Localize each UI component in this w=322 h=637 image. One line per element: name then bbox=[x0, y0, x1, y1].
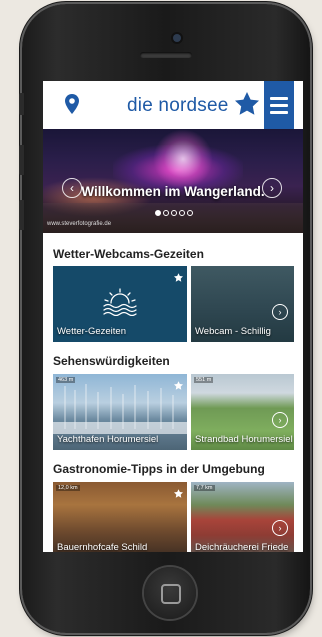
volume-down-button bbox=[19, 200, 24, 230]
location-pin-icon[interactable] bbox=[65, 94, 79, 119]
menu-button[interactable] bbox=[264, 81, 294, 129]
distance-badge: 551 m bbox=[194, 377, 214, 383]
volume-up-button bbox=[19, 145, 24, 175]
card-label: Deichräucherei Friede bbox=[195, 542, 289, 552]
card-label: Yachthafen Horumersiel bbox=[57, 434, 159, 445]
carousel-dot[interactable] bbox=[187, 210, 193, 216]
sights-cards-row: 463 m Yachthafen Horumersiel 551 m › Str… bbox=[53, 374, 303, 450]
arrow-right-circle-icon[interactable]: › bbox=[272, 412, 288, 428]
mute-switch bbox=[19, 93, 24, 115]
distance-badge: 7,7 km bbox=[194, 485, 215, 491]
card-yachthafen[interactable]: 463 m Yachthafen Horumersiel bbox=[53, 374, 187, 450]
arrow-right-circle-icon[interactable]: › bbox=[272, 520, 288, 536]
section-title-weather: Wetter-Webcams-Gezeiten bbox=[53, 247, 204, 261]
carousel-dot[interactable] bbox=[171, 210, 177, 216]
card-strandbad[interactable]: 551 m › Strandbad Horumersiel bbox=[191, 374, 294, 450]
card-bauernhofcafe[interactable]: 12,0 km Bauernhofcafe Schild bbox=[53, 482, 187, 552]
distance-badge: 12,0 km bbox=[56, 485, 80, 491]
card-weather-tides[interactable]: Wetter-Gezeiten bbox=[53, 266, 187, 342]
menu-bar bbox=[270, 103, 288, 107]
arrow-right-circle-icon[interactable]: › bbox=[272, 304, 288, 320]
home-button[interactable] bbox=[144, 567, 196, 619]
carousel-dot[interactable] bbox=[155, 210, 161, 216]
card-label: Strandbad Horumersiel bbox=[195, 434, 293, 445]
carousel-dots bbox=[155, 210, 193, 216]
carousel-prev-icon[interactable]: ‹ bbox=[62, 178, 82, 198]
carousel-next-icon[interactable]: › bbox=[262, 178, 282, 198]
section-title-gastronomy: Gastronomie-Tipps in der Umgebung bbox=[53, 462, 265, 476]
gastronomy-cards-row: 12,0 km Bauernhofcafe Schild 7,7 km › De… bbox=[53, 482, 303, 552]
photo-credit: www.steverfotografie.de bbox=[47, 221, 112, 227]
speaker-grille bbox=[140, 52, 192, 58]
favorites-star-icon[interactable] bbox=[235, 92, 259, 120]
card-webcam-schillig[interactable]: › Webcam - Schillig bbox=[191, 266, 294, 342]
hero-carousel[interactable]: Willkommen im Wangerland. ‹ › www.stever… bbox=[43, 129, 303, 233]
carousel-dot[interactable] bbox=[179, 210, 185, 216]
carousel-dot[interactable] bbox=[163, 210, 169, 216]
brand-logo[interactable]: die nordsee bbox=[127, 95, 229, 117]
card-deichraeucherei[interactable]: 7,7 km › Deichräucherei Friede bbox=[191, 482, 294, 552]
app-header: die nordsee bbox=[43, 81, 303, 129]
home-square-icon bbox=[161, 584, 181, 604]
sun-waves-icon bbox=[101, 288, 139, 321]
menu-bar bbox=[270, 96, 288, 100]
app-screen: die nordsee Willkommen im Wangerland. ‹ … bbox=[43, 81, 303, 552]
distance-badge: 463 m bbox=[56, 377, 76, 383]
favorite-star-icon[interactable] bbox=[174, 485, 183, 503]
front-camera bbox=[173, 34, 181, 42]
card-label: Bauernhofcafe Schild bbox=[57, 542, 148, 552]
menu-bar bbox=[270, 110, 288, 114]
favorite-star-icon[interactable] bbox=[174, 269, 183, 287]
card-label: Wetter-Gezeiten bbox=[57, 326, 126, 337]
card-label: Webcam - Schillig bbox=[195, 326, 271, 337]
section-title-sights: Sehenswürdigkeiten bbox=[53, 354, 170, 368]
harbor-image bbox=[53, 384, 187, 434]
favorite-star-icon[interactable] bbox=[174, 377, 183, 395]
weather-cards-row: Wetter-Gezeiten › Webcam - Schillig bbox=[53, 266, 303, 342]
